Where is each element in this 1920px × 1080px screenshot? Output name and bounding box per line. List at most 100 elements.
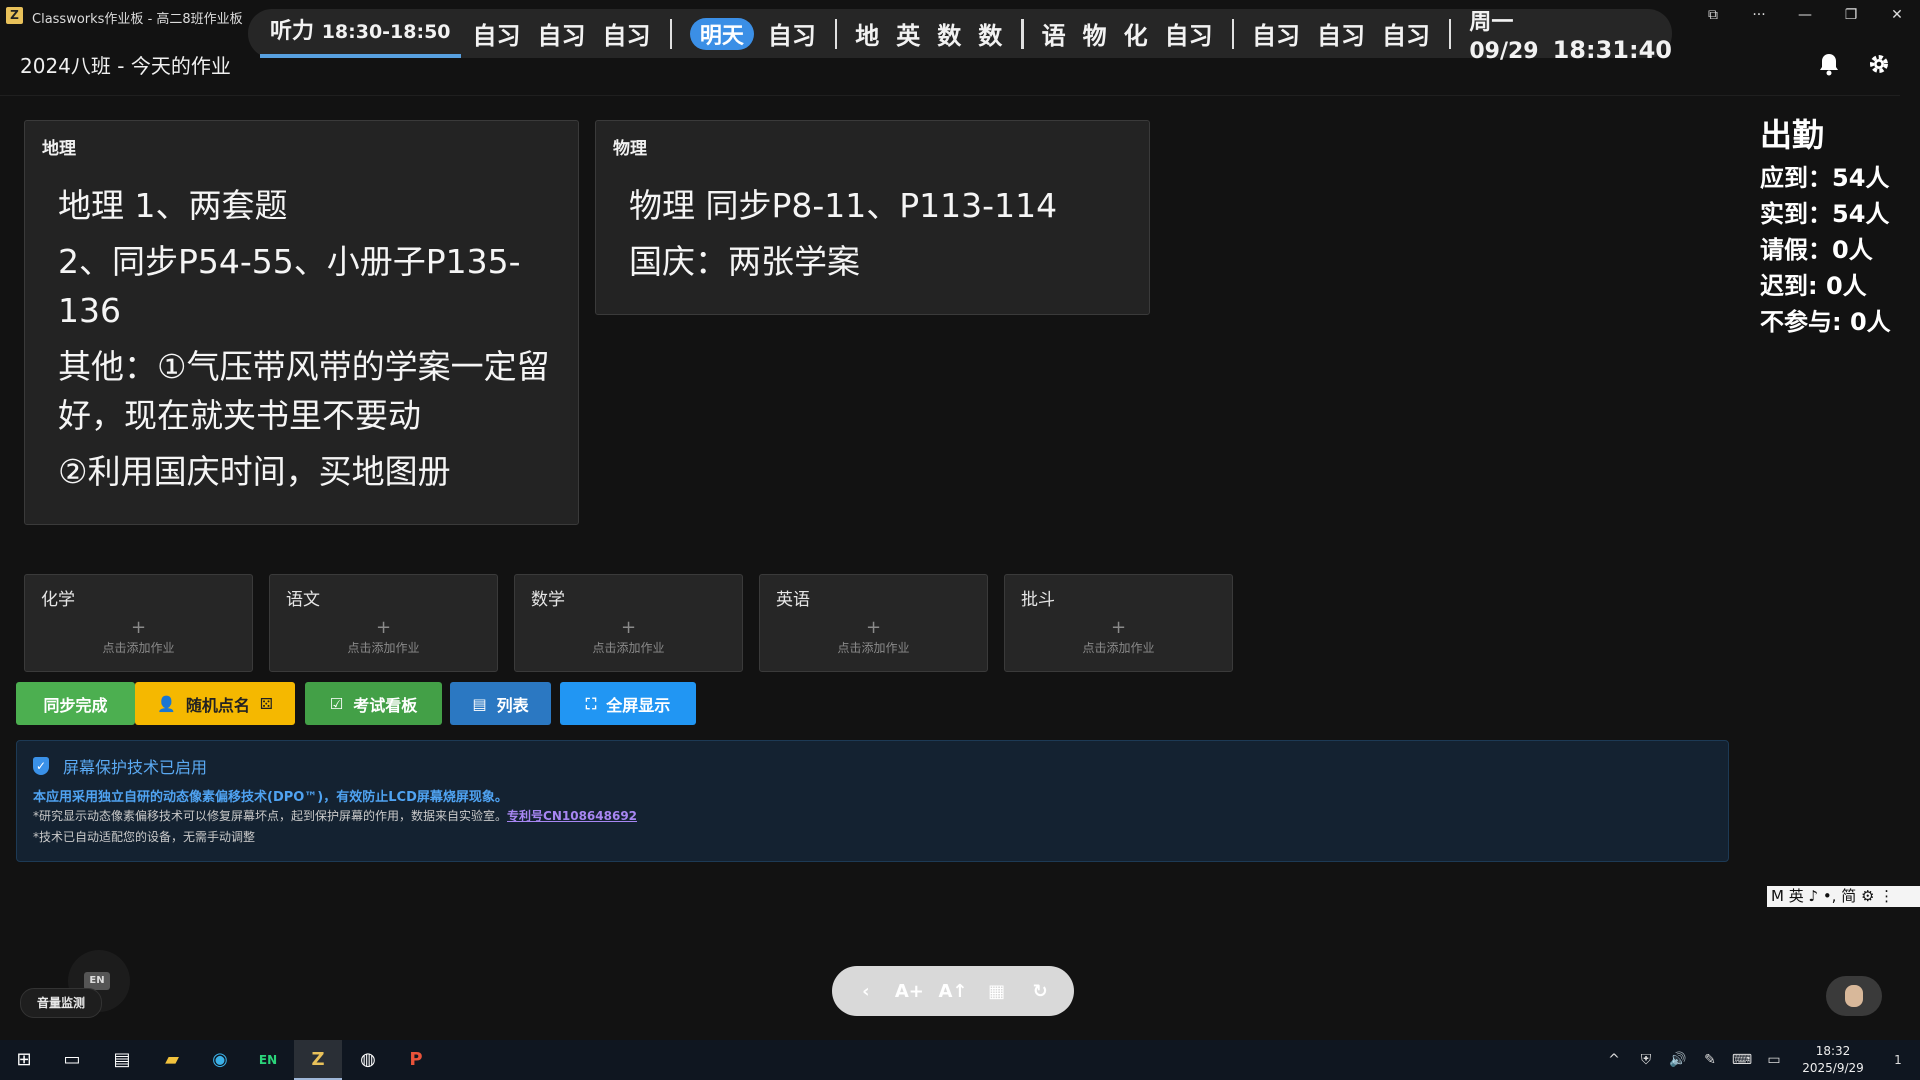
period-item[interactable]: 化: [1124, 16, 1148, 51]
list-icon: ▤: [472, 694, 487, 713]
random-call-button[interactable]: 👤 随机点名 ⚄: [135, 682, 295, 725]
chevron-left-icon[interactable]: ‹: [851, 981, 881, 1002]
homework-line: 其他：①气压带风带的学案一定留好，现在就夹书里不要动: [58, 347, 550, 435]
plus-icon: +: [865, 617, 882, 638]
volume-monitor-button[interactable]: 音量监测: [20, 988, 102, 1018]
header-divider: [0, 95, 1900, 96]
attendance-late: 迟到: 0人: [1760, 272, 1867, 300]
empty-subject-card-math[interactable]: 数学 + 点击添加作业: [514, 574, 743, 672]
snap-icon[interactable]: ⧉: [1690, 0, 1736, 32]
add-homework-hint: 点击添加作业: [102, 641, 175, 655]
taskbar-clock[interactable]: 18:32 2025/9/29: [1790, 1043, 1876, 1077]
period-item[interactable]: 数: [978, 16, 1002, 51]
more-options-icon[interactable]: ···: [1736, 0, 1782, 32]
current-period[interactable]: 听力 18:30-18:50: [260, 9, 461, 58]
period-item[interactable]: 自习: [1317, 16, 1365, 51]
refresh-icon[interactable]: ↻: [1025, 981, 1055, 1002]
period-item[interactable]: 数: [937, 16, 961, 51]
attendance-expected: 应到：54人: [1760, 164, 1890, 192]
period-item[interactable]: 自习: [538, 16, 586, 51]
security-icon[interactable]: ⛨: [1630, 1052, 1662, 1068]
fullscreen-button[interactable]: ⛶ 全屏显示: [560, 682, 696, 725]
card-content: 地理 1、两套题 2、同步P54-55、小册子P135-136 其他：①气压带风…: [58, 181, 558, 503]
page-title: 2024八班 - 今天的作业: [20, 54, 231, 78]
card-title: 数学: [531, 590, 565, 610]
period-item[interactable]: 自习: [1252, 16, 1300, 51]
bell-icon[interactable]: [1816, 52, 1842, 78]
current-period-label: 听力: [270, 19, 315, 44]
app-icon[interactable]: ▤: [98, 1040, 146, 1080]
avatar-icon: [1845, 985, 1863, 1007]
attendance-actual: 实到：54人: [1760, 200, 1890, 228]
volume-icon[interactable]: 🔊: [1662, 1052, 1694, 1068]
floating-toolbar: ‹ A+ A↑ ▦ ↻: [832, 966, 1074, 1016]
add-homework-hint: 点击添加作业: [347, 641, 420, 655]
powerpoint-icon[interactable]: P: [392, 1040, 440, 1080]
empty-subject-card-chinese[interactable]: 语文 + 点击添加作业: [269, 574, 498, 672]
display-icon[interactable]: ▭: [1758, 1052, 1790, 1068]
keyboard-icon[interactable]: ⌨: [1726, 1052, 1758, 1068]
file-explorer-icon[interactable]: ▰: [148, 1040, 196, 1080]
fullscreen-icon: ⛶: [585, 694, 597, 713]
current-period-time: 18:30-18:50: [321, 21, 451, 43]
period-item[interactable]: 地: [855, 16, 879, 51]
card-title: 语文: [286, 590, 320, 610]
en-app-icon[interactable]: EN: [244, 1040, 292, 1080]
start-icon[interactable]: ⊞: [0, 1040, 48, 1080]
period-item[interactable]: 英: [896, 16, 920, 51]
empty-subject-card-chemistry[interactable]: 化学 + 点击添加作业: [24, 574, 253, 672]
gear-icon[interactable]: [1866, 52, 1892, 78]
classworks-app-icon[interactable]: Z: [294, 1040, 342, 1080]
period-item[interactable]: 物: [1083, 16, 1107, 51]
sync-done-button[interactable]: 同步完成: [16, 682, 135, 725]
dice-icon: ⚄: [259, 694, 273, 713]
notice-title: 屏幕保护技术已启用: [63, 758, 208, 777]
card-content: 物理 同步P8-11、P113-114 国庆：两张学案: [629, 181, 1129, 293]
button-label: 列表: [496, 695, 529, 715]
tray-overflow-icon[interactable]: ^: [1598, 1052, 1630, 1068]
plus-icon: +: [1110, 617, 1127, 638]
period-item[interactable]: 自习: [603, 16, 651, 51]
ime-toolbar[interactable]: M 英 ♪ •, 简 ⚙ ⋮: [1767, 886, 1920, 907]
patent-link[interactable]: 专利号CN108648692: [507, 809, 637, 823]
pen-icon[interactable]: ✎: [1694, 1052, 1726, 1068]
period-item[interactable]: 语: [1042, 16, 1066, 51]
period-item[interactable]: 自习: [473, 16, 521, 51]
plus-icon: +: [375, 617, 392, 638]
calendar-icon[interactable]: ▦: [982, 981, 1012, 1002]
close-button[interactable]: ✕: [1874, 0, 1920, 32]
attendance-panel: 出勤 应到：54人 实到：54人 请假：0人 迟到: 0人 不参与: 0人: [1760, 110, 1891, 340]
attendance-leave: 请假：0人: [1760, 236, 1873, 264]
homework-card-geography[interactable]: 地理 地理 1、两套题 2、同步P54-55、小册子P135-136 其他：①气…: [24, 120, 579, 525]
period-item[interactable]: 自习: [1382, 16, 1430, 51]
period-item[interactable]: 自习: [1165, 16, 1213, 51]
homework-card-physics[interactable]: 物理 物理 同步P8-11、P113-114 国庆：两张学案: [595, 120, 1150, 315]
homework-line: 2、同步P54-55、小册子P135-136: [58, 242, 521, 330]
period-item[interactable]: 自习: [768, 16, 816, 51]
avatar-button[interactable]: [1826, 976, 1882, 1016]
notice-header: ✓ 屏幕保护技术已启用: [33, 754, 207, 778]
schedule-bar: 听力 18:30-18:50 自习 自习 自习 明天 自习 地 英 数 数 语 …: [248, 9, 1672, 64]
notification-icon[interactable]: 1: [1876, 1053, 1920, 1067]
schedule-divider: [1231, 18, 1234, 49]
empty-subject-card-english[interactable]: 英语 + 点击添加作业: [759, 574, 988, 672]
empty-subject-card-pidou[interactable]: 批斗 + 点击添加作业: [1004, 574, 1233, 672]
button-label: 考试看板: [353, 695, 418, 715]
window-title: Classworks作业板 - 高二8班作业板: [32, 12, 243, 27]
font-increase-icon[interactable]: A+: [894, 981, 924, 1002]
taskbar-time: 18:32: [1815, 1044, 1851, 1058]
qq-icon[interactable]: ◍: [344, 1040, 392, 1080]
header-actions: [1816, 52, 1892, 78]
add-homework-hint: 点击添加作业: [837, 641, 910, 655]
date-time: 周一 09/29 18:31:40: [1469, 4, 1672, 64]
exam-board-button[interactable]: ☑ 考试看板: [305, 682, 442, 725]
restore-button[interactable]: ❐: [1828, 0, 1874, 32]
edge-browser-icon[interactable]: ◉: [196, 1040, 244, 1080]
minimize-button[interactable]: —: [1782, 0, 1828, 32]
list-button[interactable]: ▤ 列表: [450, 682, 551, 725]
shield-check-icon: ✓: [33, 757, 49, 775]
task-view-icon[interactable]: ▭: [48, 1040, 96, 1080]
card-title: 物理: [613, 139, 647, 159]
window-controls: ⧉ ··· — ❐ ✕: [1690, 0, 1920, 32]
font-size-icon[interactable]: A↑: [938, 981, 968, 1002]
